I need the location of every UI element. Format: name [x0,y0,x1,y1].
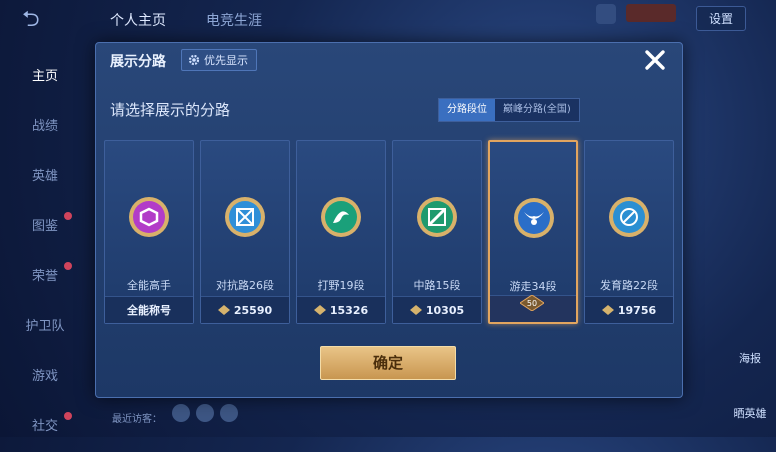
sidebar-item-codex[interactable]: 图鉴 [0,202,90,252]
lane-title: 打野19段 [317,279,365,292]
tab-esports-career[interactable]: 电竞生涯 [206,10,262,30]
sidebar-item-record[interactable]: 战绩 [0,102,90,152]
all-round-emblem-icon [129,197,169,237]
dialog-title: 展示分路 [110,54,166,70]
tab-lane-rank[interactable]: 分路段位 [439,99,495,121]
lane-card[interactable]: 打野19段 15326 [296,140,386,324]
visitor-avatar[interactable] [196,404,214,422]
rank-badge-icon: 50 [520,295,544,311]
lane-footer: 全能称号 [105,296,193,323]
sidebar-item-home[interactable]: 主页 [0,52,90,102]
lane-card[interactable]: 中路15段 10305 [392,140,482,324]
sidebar-item-honor[interactable]: 荣誉 [0,252,90,302]
sidebar-item-label: 图鉴 [31,219,58,234]
confirm-button[interactable]: 确定 [320,346,456,380]
lane-footer: 19756 [585,296,673,323]
sidebar-item-heroes[interactable]: 英雄 [0,152,90,202]
notification-dot [64,212,72,220]
lane-footer: 25590 [201,296,289,323]
lane-score: 25590 [233,303,273,317]
sidebar-item-label: 荣誉 [31,269,58,284]
lane-title: 对抗路26段 [216,279,274,292]
recent-visitors-label: 最近访客： [112,414,162,425]
lane-score: 19756 [617,303,657,317]
visitor-avatar[interactable] [220,404,238,422]
poster-button[interactable]: 海报 [728,350,772,366]
priority-display-button[interactable]: 优先显示 [181,49,257,71]
top-tabs: 个人主页 电竞生涯 [110,10,262,30]
tab-personal-home[interactable]: 个人主页 [110,10,166,30]
lane-score: 10305 [425,303,465,317]
lane-display-dialog: 展示分路 优先显示 请选择展示的分路 分路段位 巅峰分路(全国) 全能高手 全能… [95,42,683,398]
lane-card-selected[interactable]: 游走34段 50 [488,140,578,324]
sidebar: 主页 战绩 英雄 图鉴 荣誉 护卫队 游戏 社交 [0,52,90,452]
sidebar-item-label: 英雄 [31,169,58,184]
lane-cards: 全能高手 全能称号 对抗路26段 25590 打野19段 15326 中路15段… [104,140,674,326]
lane-footer: 10305 [393,296,481,323]
rank-badge-value: 50 [527,299,537,308]
clash-lane-emblem-icon [225,197,265,237]
sidebar-item-label: 护卫队 [25,319,65,334]
close-icon[interactable] [640,45,670,75]
lane-title: 中路15段 [413,279,461,292]
select-prompt: 请选择展示的分路 [110,101,231,119]
sidebar-item-label: 战绩 [31,119,58,134]
lane-title: 游走34段 [509,280,557,293]
sidebar-item-guard-team[interactable]: 护卫队 [0,302,90,352]
mid-lane-emblem-icon [417,197,457,237]
lane-footer: 15326 [297,296,385,323]
notification-dot [64,262,72,270]
lane-score: 15326 [329,303,369,317]
lane-footer-text: 全能称号 [127,304,171,317]
visitor-avatar[interactable] [172,404,190,422]
lane-title: 发育路22段 [600,279,658,292]
score-icon [313,305,326,315]
farm-lane-emblem-icon [609,197,649,237]
notification-icon[interactable] [596,4,616,24]
jungle-emblem-icon [321,197,361,237]
settings-button[interactable]: 设置 [695,6,746,31]
lane-card[interactable]: 对抗路26段 25590 [200,140,290,324]
score-icon [409,305,422,315]
recent-visitors [172,404,238,422]
show-hero-button[interactable]: 晒英雄 [728,405,772,421]
roam-emblem-icon [514,198,554,238]
rank-banner [626,4,676,22]
sidebar-item-label: 主页 [31,69,58,84]
notification-dot [64,412,72,420]
gear-icon [188,54,200,66]
back-button[interactable]: ⮌ [22,8,62,32]
tab-peak-lane[interactable]: 巅峰分路(全国) [495,99,579,121]
score-icon [217,305,230,315]
sidebar-item-social[interactable]: 社交 [0,402,90,452]
sidebar-item-label: 游戏 [31,369,58,384]
lane-card[interactable]: 全能高手 全能称号 [104,140,194,324]
sidebar-item-label: 社交 [31,419,58,434]
lane-type-toggle: 分路段位 巅峰分路(全国) [438,98,580,122]
lane-card[interactable]: 发育路22段 19756 [584,140,674,324]
priority-label: 优先显示 [204,54,248,67]
lane-title: 全能高手 [127,279,171,292]
score-icon [601,305,614,315]
sidebar-item-game[interactable]: 游戏 [0,352,90,402]
